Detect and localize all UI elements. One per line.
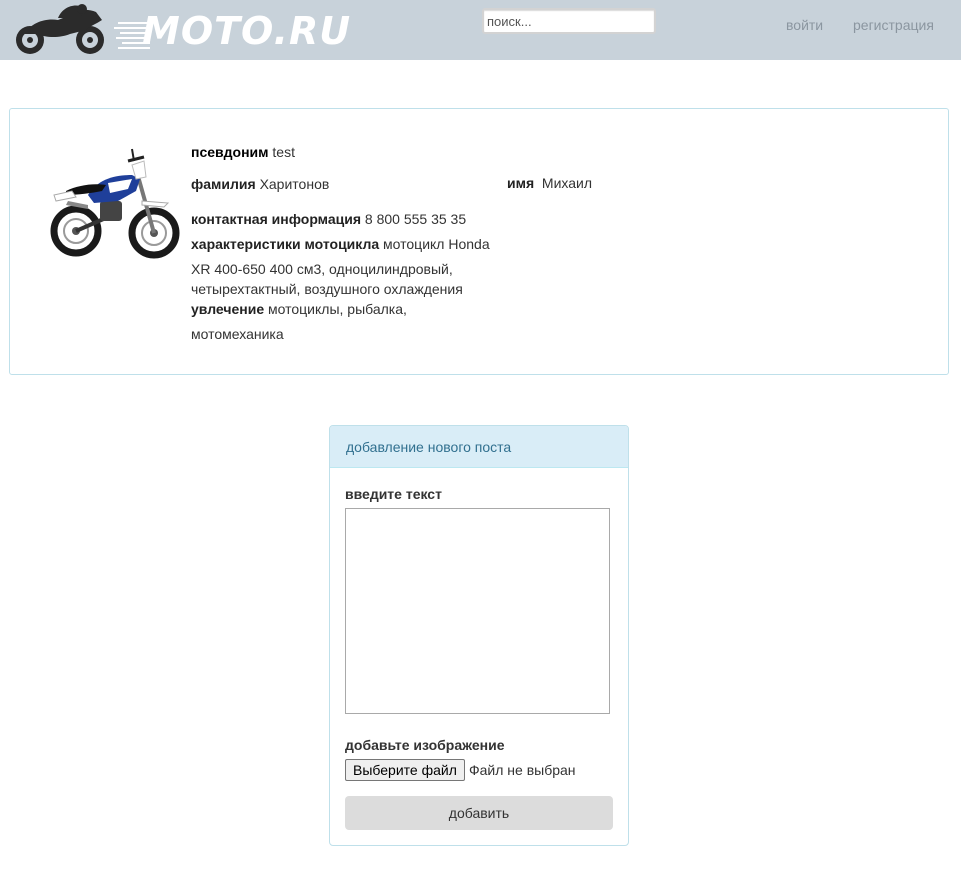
moto-specs-value-line2: XR 400-650 400 см3, одноцилиндровый, чет… [191,261,463,297]
post-image-label: добавьте изображение [345,737,505,753]
site-header: MOTO.RU войти регистрация [0,0,961,60]
dirt-bike-photo-icon [50,148,180,259]
moto-specs-value-line1: мотоцикл Honda [383,236,490,252]
register-link[interactable]: регистрация [853,17,934,33]
hobby-value-line1: мотоциклы, рыбалка, [268,301,407,317]
new-post-panel: добавление нового поста введите текст до… [329,425,629,846]
motorcycle-logo-icon [16,4,104,54]
moto-specs-label: характеристики мотоцикла [191,236,380,252]
choose-file-button[interactable]: Выберите файл [345,759,465,781]
contact-field: контактная информация 8 800 555 35 35 [191,209,466,229]
surname-field: фамилия Харитонов [191,174,329,194]
post-text-input[interactable] [345,508,610,714]
site-logo[interactable]: MOTO.RU [10,4,370,56]
moto-specs-field: характеристики мотоцикла мотоцикл Honda … [191,234,506,299]
new-post-heading: добавление нового поста [330,426,628,468]
nickname-field: псевдоним test [191,142,295,162]
nickname-label: псевдоним [191,144,269,160]
surname-label: фамилия [191,176,256,192]
hobby-value-line2: мотомеханика [191,326,284,342]
contact-label: контактная информация [191,211,362,227]
new-post-heading-text: добавление нового поста [346,439,512,455]
surname-value: Харитонов [259,176,330,192]
add-post-button[interactable]: добавить [345,796,613,830]
nickname-value: test [272,144,295,160]
name-label: имя [507,175,535,191]
login-link[interactable]: войти [786,17,823,33]
logo-text: MOTO.RU [142,9,352,53]
post-text-label: введите текст [345,486,442,502]
name-field: имя Михаил [507,173,592,193]
hobby-field: увлечение мотоциклы, рыбалка, мотомехани… [191,299,451,344]
search-input[interactable] [482,8,656,34]
name-value: Михаил [541,175,593,191]
contact-value: 8 800 555 35 35 [364,211,467,227]
hobby-label: увлечение [191,301,265,317]
profile-panel: псевдоним test фамилия Харитонов имя Мих… [9,108,949,375]
file-status-text: Файл не выбран [469,762,576,778]
